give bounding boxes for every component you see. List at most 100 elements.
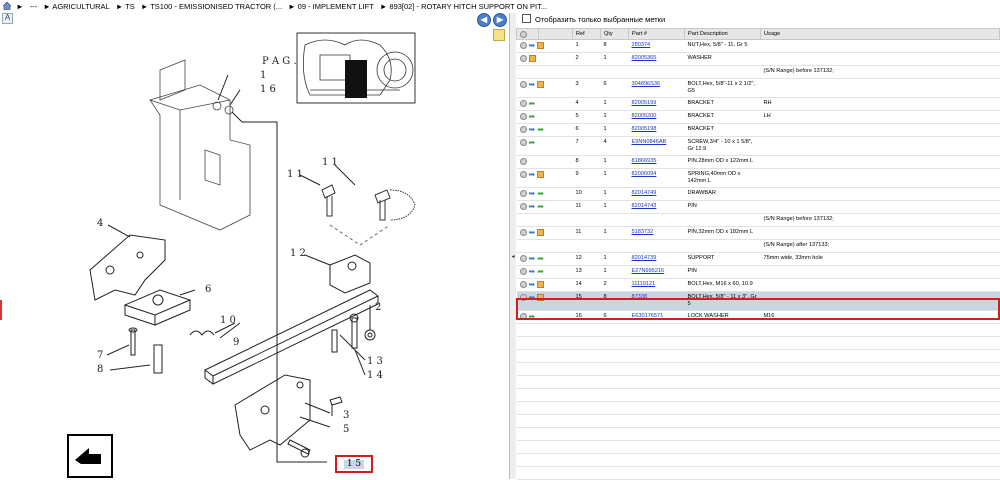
table-row[interactable]: ➥ ➦ 13 1 E27N995216 PIN: [516, 265, 1000, 279]
arrow-green-icon[interactable]: ➦: [537, 126, 544, 134]
part-cell[interactable]: 87338: [628, 291, 685, 311]
arrow-green-icon[interactable]: ➦: [537, 268, 544, 276]
box-icon[interactable]: [537, 294, 545, 301]
table-row[interactable]: ➦ 5 1 82005200 BRACKET LH: [516, 110, 1000, 124]
arrow-green-icon[interactable]: ➦: [537, 190, 544, 198]
part-cell[interactable]: 82005365: [628, 52, 685, 66]
gear-icon[interactable]: [519, 126, 527, 133]
part-number-link[interactable]: 5183732: [632, 229, 654, 235]
breadcrumb-item[interactable]: ► 09 - IMPLEMENT LIFT: [288, 2, 374, 11]
previous-page-icon[interactable]: [67, 434, 113, 478]
part-cell[interactable]: 82006094: [628, 168, 685, 188]
part-number-link[interactable]: 81866935: [632, 158, 657, 164]
box-icon[interactable]: [537, 171, 545, 178]
column-header-qty[interactable]: Qty: [600, 28, 629, 40]
arrow-blue-icon[interactable]: ➥: [529, 268, 536, 276]
part-cell[interactable]: 82014739: [628, 252, 685, 266]
gear-icon[interactable]: [519, 113, 527, 120]
gear-icon[interactable]: [519, 255, 527, 262]
breadcrumb-item[interactable]: ►: [16, 2, 23, 11]
gear-icon[interactable]: [519, 139, 527, 146]
table-row[interactable]: ➥ 11 1 5183732 PIN,32mm OD x 182mm L: [516, 226, 1000, 240]
breadcrumb-item[interactable]: ► TS: [116, 2, 135, 11]
table-row[interactable]: ➥ ➦ 12 1 82014739 SUPPORT 75mm wide, 33mm hole: [516, 252, 1000, 266]
part-cell[interactable]: [628, 213, 685, 227]
part-number-link[interactable]: E630176571: [632, 313, 664, 319]
column-header-ref[interactable]: Ref: [572, 28, 601, 40]
part-cell[interactable]: 82014749: [628, 187, 685, 201]
part-number-link[interactable]: 82014739: [632, 255, 657, 261]
part-cell[interactable]: 82005199: [628, 97, 685, 111]
part-cell[interactable]: 81866935: [628, 155, 685, 169]
gear-icon[interactable]: [519, 100, 527, 107]
part-number-link[interactable]: 280374: [632, 42, 651, 48]
arrow-green-icon[interactable]: ➦: [529, 313, 536, 321]
table-row[interactable]: (S/N Range) before 137132;: [516, 65, 1000, 79]
table-row[interactable]: ➦ 16 6 E630176571 LOCK WASHER M16: [516, 310, 1000, 324]
part-cell[interactable]: 280374: [628, 39, 685, 53]
table-row[interactable]: ➥ ➦ 11 1 82014743 PIN: [516, 200, 1000, 214]
arrow-blue-icon[interactable]: ➥: [529, 171, 536, 179]
breadcrumb-item[interactable]: ► AGRICULTURAL: [43, 2, 109, 11]
arrow-green-icon[interactable]: ➦: [529, 139, 536, 147]
table-row[interactable]: 8 1 81866935 PIN,28mm OD x 122mm L: [516, 155, 1000, 169]
column-header-description[interactable]: Part Description: [684, 28, 761, 40]
arrow-blue-icon[interactable]: ➥: [529, 255, 536, 263]
breadcrumb-item[interactable]: ► 893[02] - ROTARY HITCH SUPPORT ON PIT.…: [380, 2, 547, 11]
part-cell[interactable]: E630176571: [628, 310, 685, 324]
column-header[interactable]: [516, 28, 539, 40]
part-cell[interactable]: E27N995216: [628, 265, 685, 279]
part-number-link[interactable]: 82005198: [632, 126, 657, 132]
gear-icon[interactable]: [519, 158, 527, 165]
table-row[interactable]: (S/N Range) before 137132;: [516, 213, 1000, 227]
table-row[interactable]: ➥ ➦ 10 1 82014749 DRAWBAR: [516, 187, 1000, 201]
arrow-green-icon[interactable]: ➦: [537, 255, 544, 263]
gear-icon[interactable]: [519, 229, 527, 236]
gear-icon[interactable]: [519, 190, 527, 197]
breadcrumb-item[interactable]: ---: [30, 2, 38, 11]
part-cell[interactable]: 82005198: [628, 123, 685, 137]
arrow-green-icon[interactable]: ➦: [529, 100, 536, 108]
gear-icon[interactable]: [519, 171, 527, 178]
gear-icon[interactable]: [519, 81, 527, 88]
filter-checkbox[interactable]: [522, 14, 531, 23]
arrow-blue-icon[interactable]: ➥: [529, 81, 536, 89]
table-row[interactable]: ➥ 3 6 304896S36 BOLT,Hex, 5/8"-11 x 2 1/2", …: [516, 78, 1000, 98]
gear-icon[interactable]: [519, 313, 527, 320]
gear-icon[interactable]: [519, 294, 527, 301]
arrow-blue-icon[interactable]: ➥: [529, 126, 536, 134]
table-row[interactable]: ➦ 7 4 E9NN0846AB SCREW,3/4" - 10 x 1 5/8", G…: [516, 136, 1000, 156]
part-cell[interactable]: 304896S36: [628, 78, 685, 98]
arrow-blue-icon[interactable]: ➥: [529, 203, 536, 211]
part-cell[interactable]: 5183732: [628, 226, 685, 240]
table-row[interactable]: ➥ 14 2 11119121 BOLT,Hex, M16 x 60, 10.9: [516, 278, 1000, 292]
part-number-link[interactable]: E9NN0846AB: [632, 139, 667, 145]
table-row[interactable]: ➥ 9 1 82006094 SPRING,40mm OD x 142mm L: [516, 168, 1000, 188]
part-number-link[interactable]: 304896S36: [632, 81, 661, 87]
part-cell[interactable]: E9NN0846AB: [628, 136, 685, 156]
box-icon[interactable]: [537, 229, 545, 236]
part-cell[interactable]: 82014743: [628, 200, 685, 214]
arrow-blue-icon[interactable]: ➥: [529, 294, 536, 302]
gear-icon[interactable]: [519, 55, 527, 62]
part-cell[interactable]: [628, 65, 685, 79]
breadcrumb-item[interactable]: ► TS100 - EMISSIONISED TRACTOR (...: [141, 2, 282, 11]
table-row[interactable]: ➥ ➦ 6 1 82005198 BRACKET: [516, 123, 1000, 137]
gear-icon[interactable]: [519, 268, 527, 275]
gear-icon[interactable]: [519, 203, 527, 210]
part-number-link[interactable]: E27N995216: [632, 268, 665, 274]
arrow-blue-icon[interactable]: ➥: [529, 42, 536, 50]
column-header[interactable]: [538, 28, 573, 40]
part-number-link[interactable]: 82014749: [632, 190, 657, 196]
part-number-link[interactable]: 11119121: [632, 281, 656, 287]
box-icon[interactable]: [528, 55, 536, 62]
table-row[interactable]: ➦ 4 1 82005199 BRACKET RH: [516, 97, 1000, 111]
arrow-blue-icon[interactable]: ➥: [529, 190, 536, 198]
arrow-green-icon[interactable]: ➦: [529, 113, 536, 121]
part-cell[interactable]: [628, 239, 685, 253]
part-cell[interactable]: 82005200: [628, 110, 685, 124]
part-number-link[interactable]: 82005365: [632, 55, 657, 61]
table-row[interactable]: 2 1 82005365 WASHER: [516, 52, 1000, 66]
part-number-link[interactable]: 82005199: [632, 100, 657, 106]
part-cell[interactable]: 11119121: [628, 278, 685, 292]
